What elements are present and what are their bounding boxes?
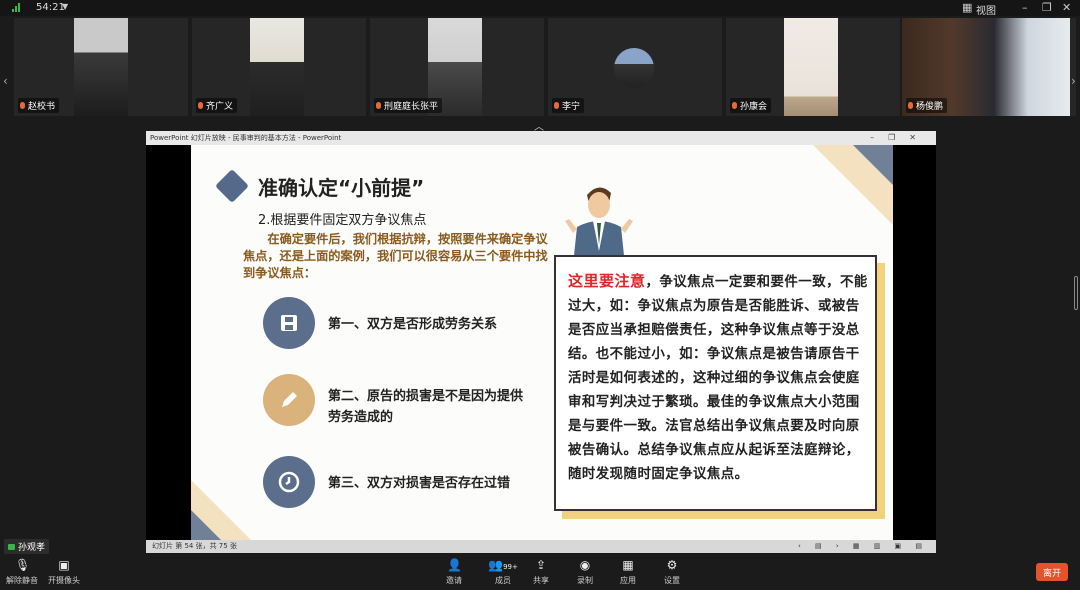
meeting-toolbar: 🎙 解除静音 ▣ 开摄像头 👤 邀请 👥99+ 成员 ⇪ 共享 ◉ 录制 ▦ 应…	[0, 556, 1080, 590]
participant-tile[interactable]: 赵校书	[14, 18, 188, 116]
record-icon: ◉	[579, 558, 591, 572]
apps-label: 应用	[620, 576, 636, 585]
note-box: 这里要注意，争议焦点一定要和要件一致，不能过大，如：争议焦点为原告是否能胜诉、或…	[554, 255, 877, 511]
note-body: ，争议焦点一定要和要件一致，不能过大，如：争议焦点为原告是否能胜诉、或被告是否应…	[568, 275, 868, 482]
invite-label: 邀请	[446, 576, 462, 585]
participant-tile[interactable]: 李宁	[548, 18, 722, 116]
camera-icon	[8, 543, 15, 550]
self-view-name: 孙观孝	[18, 543, 46, 553]
ppt-window-controls[interactable]: –❐✕	[870, 131, 930, 145]
close-icon[interactable]: ✕	[1062, 1, 1071, 14]
signal-icon	[12, 3, 20, 12]
ppt-status-bar: 幻灯片 第 54 张，共 75 张 ‹ ▤ › ▦ ▥ ▣ ▤	[146, 540, 936, 553]
members-icon: 👥99+	[488, 558, 518, 572]
participant-tile[interactable]: 刑庭庭长张平	[370, 18, 544, 116]
leave-button[interactable]: 离开	[1036, 563, 1068, 581]
participant-tile[interactable]: 孙康会	[726, 18, 900, 116]
apps-button[interactable]: ▦ 应用	[620, 559, 636, 586]
meeting-timer: 54:21	[36, 2, 65, 13]
camera-off-icon: ▣	[58, 558, 70, 572]
participant-name: 杨俊鹏	[906, 98, 948, 113]
mic-muted-icon	[908, 102, 913, 109]
strip-next-icon[interactable]: ›	[1071, 74, 1076, 88]
members-count: 99+	[503, 563, 518, 571]
participant-strip: ‹ 赵校书 齐广义 刑庭庭长张平 李宁 孙康会 杨俊鹏 ›	[0, 16, 1080, 120]
participant-name: 齐广义	[196, 98, 238, 113]
ppt-window-title: PowerPoint 幻灯片放映 - 民事审判的基本方法 - PowerPoin…	[150, 134, 342, 142]
ppt-title-bar: PowerPoint 幻灯片放映 - 民事审判的基本方法 - PowerPoin…	[146, 131, 936, 145]
point-2: 第二、原告的损害是不是因为提供劳务造成的	[328, 389, 524, 425]
mic-muted-icon	[376, 102, 381, 109]
invite-button[interactable]: 👤 邀请	[446, 559, 462, 586]
share-label: 共享	[533, 576, 549, 585]
participant-name: 刑庭庭长张平	[374, 98, 443, 113]
slide-counter: 幻灯片 第 54 张，共 75 张	[152, 542, 237, 550]
camera-button[interactable]: ▣ 开摄像头	[48, 559, 80, 586]
apps-icon: ▦	[622, 558, 634, 572]
self-view-tag: 孙观孝	[4, 539, 50, 554]
unmute-button[interactable]: 🎙 解除静音	[6, 559, 38, 586]
participant-video	[74, 18, 128, 116]
slide-title: 准确认定“小前提”	[258, 176, 425, 200]
participant-name: 孙康会	[730, 98, 772, 113]
share-button[interactable]: ⇪ 共享	[533, 559, 549, 586]
participant-name: 李宁	[552, 98, 585, 113]
top-status-bar: 54:21 ▼ ▦ 视图 – ❐ ✕	[0, 0, 1080, 17]
avatar	[614, 48, 654, 88]
record-button[interactable]: ◉ 录制	[577, 559, 593, 586]
invite-icon: 👤	[447, 558, 462, 572]
view-button[interactable]: 视图	[976, 2, 996, 17]
grid-view-icon[interactable]: ▦	[962, 1, 972, 14]
participant-tile[interactable]: 齐广义	[192, 18, 366, 116]
pencil-icon	[263, 374, 315, 426]
camera-label: 开摄像头	[48, 576, 80, 585]
share-icon: ⇪	[535, 558, 547, 572]
point-3: 第三、双方对损害是否存在过错	[328, 476, 511, 491]
chevron-down-icon[interactable]: ▼	[62, 2, 68, 11]
members-button[interactable]: 👥99+ 成员	[488, 559, 518, 586]
participant-name: 赵校书	[18, 98, 60, 113]
slideshow-controls[interactable]: ‹ ▤ › ▦ ▥ ▣ ▤	[798, 540, 928, 553]
minimize-icon[interactable]: –	[1022, 1, 1028, 14]
participant-video	[250, 18, 304, 116]
shared-powerpoint-window: PowerPoint 幻灯片放映 - 民事审判的基本方法 - PowerPoin…	[146, 131, 936, 553]
slide: 准确认定“小前提” 2.根据要件固定双方争议焦点 在确定要件后，我们根据抗辩，按…	[191, 145, 893, 540]
mic-muted-icon	[20, 102, 25, 109]
mic-muted-icon	[554, 102, 559, 109]
strip-prev-icon[interactable]: ‹	[3, 74, 8, 88]
participant-video	[784, 18, 838, 116]
gear-icon: ⚙	[666, 558, 678, 572]
point-1: 第一、双方是否形成劳务关系	[328, 317, 498, 332]
mic-muted-icon	[198, 102, 203, 109]
note-highlight: 这里要注意	[568, 272, 646, 290]
clock-icon	[263, 456, 315, 508]
unmute-label: 解除静音	[6, 576, 38, 585]
slide-subtitle: 2.根据要件固定双方争议焦点	[258, 213, 427, 228]
volume-slider[interactable]	[1074, 276, 1078, 310]
title-diamond-icon	[215, 169, 249, 203]
settings-label: 设置	[664, 576, 680, 585]
slide-intro: 在确定要件后，我们根据抗辩，按照要件来确定争议焦点，还是上面的案例，我们可以很容…	[243, 232, 548, 280]
save-icon	[263, 297, 315, 349]
decoration	[191, 510, 221, 540]
members-label: 成员	[495, 576, 511, 585]
record-label: 录制	[577, 576, 593, 585]
participant-tile[interactable]: 杨俊鹏	[902, 18, 1076, 116]
decoration	[853, 145, 893, 185]
mic-muted-icon: 🎙	[15, 558, 31, 572]
mic-muted-icon	[732, 102, 737, 109]
settings-button[interactable]: ⚙ 设置	[664, 559, 680, 586]
maximize-icon[interactable]: ❐	[1042, 1, 1052, 14]
